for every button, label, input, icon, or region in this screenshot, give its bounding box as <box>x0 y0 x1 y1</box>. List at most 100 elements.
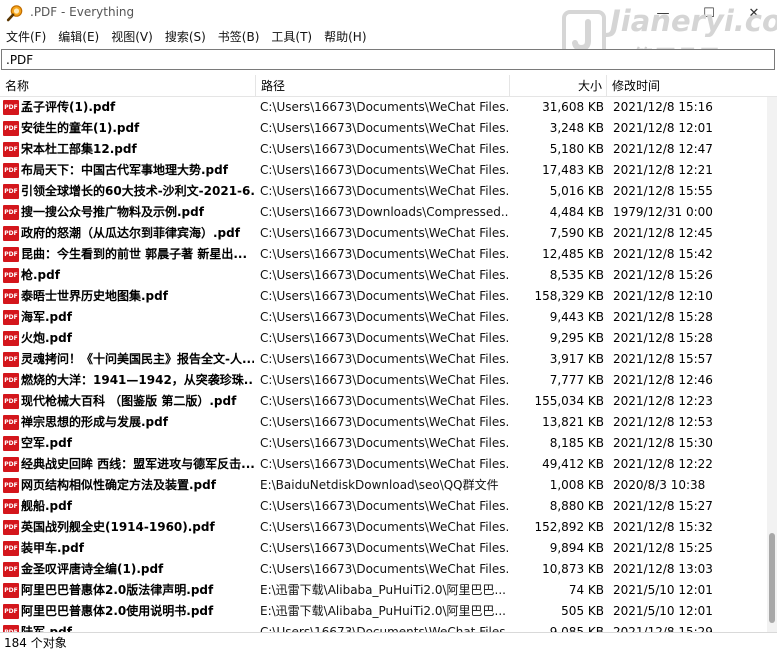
file-size: 49,412 KB <box>542 457 604 471</box>
file-name: 泰晤士世界历史地图集.pdf <box>21 289 168 303</box>
file-path: C:\Users\16673\Documents\WeChat Files... <box>260 373 508 387</box>
close-button[interactable]: ✕ <box>731 0 777 26</box>
file-path: C:\Users\16673\Documents\WeChat Files... <box>260 331 508 345</box>
pdf-file-icon: PDF <box>3 562 19 577</box>
file-path: C:\Users\16673\Documents\WeChat Files... <box>260 100 508 114</box>
file-modified-date: 2021/12/8 12:21 <box>613 163 713 177</box>
table-row[interactable]: PDF 灵魂拷问！《十问美国民主》报告全文-人... C:\Users\16673\… <box>0 349 767 370</box>
table-row[interactable]: PDF陆军.pdf C:\Users\16673\Documents\WeChat… <box>0 622 767 632</box>
menu-view[interactable]: 视图(V) <box>105 26 159 48</box>
file-name: 昆曲：今生看到的前世 郭晨子著 新星出... <box>21 247 248 261</box>
pdf-file-icon: PDF <box>3 121 19 136</box>
file-size: 5,180 KB <box>549 142 604 156</box>
status-bar: 184 个对象 <box>0 632 777 652</box>
file-size: 8,880 KB <box>549 499 604 513</box>
file-modified-date: 2021/12/8 15:57 <box>613 352 713 366</box>
pdf-file-icon: PDF <box>3 541 19 556</box>
table-row[interactable]: PDF 现代枪械大百科 （图鉴版 第二版）.pdf C:\Users\16673\D… <box>0 391 767 412</box>
file-path: C:\Users\16673\Documents\WeChat Files... <box>260 226 508 240</box>
search-input[interactable] <box>1 49 775 70</box>
column-header-path[interactable]: 路径 <box>256 75 510 97</box>
file-name: 宋本杜工部集12.pdf <box>21 142 137 156</box>
file-modified-date: 2021/12/8 15:30 <box>613 436 713 450</box>
menu-help[interactable]: 帮助(H) <box>318 26 372 48</box>
menu-bookmarks[interactable]: 书签(B) <box>212 26 266 48</box>
file-modified-date: 2021/12/8 13:03 <box>613 562 713 576</box>
table-row[interactable]: PDF 安徒生的童年(1).pdf C:\Users\16673\Documents… <box>0 118 767 139</box>
column-header-name[interactable]: 名称 <box>0 75 256 97</box>
table-row[interactable]: PDF 金圣叹评唐诗全编(1).pdf C:\Users\16673\Documen… <box>0 559 767 580</box>
pdf-file-icon: PDF <box>3 184 19 199</box>
vertical-scrollbar[interactable] <box>767 97 777 632</box>
file-size: 9,894 KB <box>549 541 604 555</box>
file-path: C:\Users\16673\Documents\WeChat Files... <box>260 457 508 471</box>
file-path: C:\Users\16673\Documents\WeChat Files... <box>260 163 508 177</box>
table-row[interactable]: PDF 布局天下：中国古代军事地理大势.pdf C:\Users\16673\Doc… <box>0 160 767 181</box>
file-modified-date: 2021/12/8 15:16 <box>613 100 713 114</box>
file-path: C:\Users\16673\Documents\WeChat Files... <box>260 436 508 450</box>
table-row[interactable]: PDF 昆曲：今生看到的前世 郭晨子著 新星出... C:\Users\16673\… <box>0 244 767 265</box>
minimize-button[interactable]: — <box>640 0 686 26</box>
file-path: C:\Users\16673\Documents\WeChat Files... <box>260 247 508 261</box>
table-row[interactable]: PDF 燃烧的大洋：1941—1942，从突袭珍珠... C:\Users\1667… <box>0 370 767 391</box>
file-size: 5,016 KB <box>549 184 604 198</box>
file-size: 3,917 KB <box>549 352 604 366</box>
pdf-file-icon: PDF <box>3 268 19 283</box>
menu-tools[interactable]: 工具(T) <box>265 26 318 48</box>
table-row[interactable]: PDF 网页结构相似性确定方法及装置.pdf E:\BaiduNetdiskDown… <box>0 475 767 496</box>
file-path: C:\Users\16673\Documents\WeChat Files... <box>260 310 508 324</box>
file-path: C:\Users\16673\Documents\WeChat Files... <box>260 268 508 282</box>
menu-bar: 文件(F) 编辑(E) 视图(V) 搜索(S) 书签(B) 工具(T) 帮助(H… <box>0 26 777 48</box>
maximize-button[interactable]: ☐ <box>686 0 732 26</box>
file-size: 10,873 KB <box>542 562 604 576</box>
file-modified-date: 2021/12/8 12:01 <box>613 121 713 135</box>
file-modified-date: 2021/5/10 12:01 <box>613 583 713 597</box>
table-row[interactable]: PDF 孟子评传(1).pdf C:\Users\16673\Documents\W… <box>0 97 767 118</box>
table-row[interactable]: PDF 政府的怒潮（从瓜达尔到菲律宾海）.pdf C:\Users\16673\Do… <box>0 223 767 244</box>
table-row[interactable]: PDF 宋本杜工部集12.pdf C:\Users\16673\Documents\… <box>0 139 767 160</box>
file-path: C:\Users\16673\Documents\WeChat Files... <box>260 499 508 513</box>
title-bar: .PDF - Everything — ☐ ✕ <box>0 0 777 26</box>
menu-search[interactable]: 搜索(S) <box>159 26 212 48</box>
pdf-file-icon: PDF <box>3 436 19 451</box>
table-row[interactable]: PDF 经典战史回眸 西线：盟军进攻与德军反击... C:\Users\16673\… <box>0 454 767 475</box>
file-name: 枪.pdf <box>21 268 60 282</box>
column-header-size[interactable]: 大小 <box>510 75 607 97</box>
table-row[interactable]: PDF 装甲车.pdf C:\Users\16673\Documents\WeCha… <box>0 538 767 559</box>
table-row[interactable]: PDF 海军.pdf C:\Users\16673\Documents\WeChat… <box>0 307 767 328</box>
table-row[interactable]: PDF 禅宗思想的形成与发展.pdf C:\Users\16673\Document… <box>0 412 767 433</box>
file-modified-date: 2020/8/3 10:38 <box>613 478 706 492</box>
file-size: 3,248 KB <box>549 121 604 135</box>
file-modified-date: 2021/12/8 12:53 <box>613 415 713 429</box>
menu-file[interactable]: 文件(F) <box>0 26 52 48</box>
table-row[interactable]: PDF 空军.pdf C:\Users\16673\Documents\WeChat… <box>0 433 767 454</box>
file-name: 禅宗思想的形成与发展.pdf <box>21 415 168 429</box>
file-path: E:\迅雷下载\Alibaba_PuHuiTi2.0\阿里巴巴... <box>260 604 506 618</box>
file-modified-date: 2021/12/8 15:32 <box>613 520 713 534</box>
file-modified-date: 2021/12/8 12:10 <box>613 289 713 303</box>
table-row[interactable]: PDF 搜一搜公众号推广物料及示例.pdf C:\Users\16673\Downl… <box>0 202 767 223</box>
table-row[interactable]: PDF 枪.pdf C:\Users\16673\Documents\WeChat … <box>0 265 767 286</box>
table-row[interactable]: PDF 火炮.pdf C:\Users\16673\Documents\WeChat… <box>0 328 767 349</box>
table-row[interactable]: PDF 阿里巴巴普惠体2.0使用说明书.pdf E:\迅雷下载\Alibaba_Pu… <box>0 601 767 622</box>
file-name: 灵魂拷问！《十问美国民主》报告全文-人... <box>21 352 254 366</box>
column-header-date[interactable]: 修改时间 <box>607 75 767 97</box>
file-name: 布局天下：中国古代军事地理大势.pdf <box>21 163 228 177</box>
results-rows: PDF 孟子评传(1).pdf C:\Users\16673\Documents\W… <box>0 97 767 632</box>
file-path: E:\迅雷下载\Alibaba_PuHuiTi2.0\阿里巴巴... <box>260 583 506 597</box>
table-row[interactable]: PDF 泰晤士世界历史地图集.pdf C:\Users\16673\Document… <box>0 286 767 307</box>
file-size: 155,034 KB <box>534 394 604 408</box>
table-row[interactable]: PDF 英国战列舰全史(1914-1960).pdf C:\Users\16673\… <box>0 517 767 538</box>
file-name: 搜一搜公众号推广物料及示例.pdf <box>21 205 204 219</box>
file-path: C:\Users\16673\Documents\WeChat Files... <box>260 352 508 366</box>
table-row[interactable]: PDF 舰船.pdf C:\Users\16673\Documents\WeChat… <box>0 496 767 517</box>
file-path: C:\Users\16673\Documents\WeChat Files... <box>260 625 508 632</box>
file-modified-date: 2021/12/8 15:25 <box>613 541 713 555</box>
menu-edit[interactable]: 编辑(E) <box>52 26 105 48</box>
file-path: C:\Users\16673\Documents\WeChat Files... <box>260 541 508 555</box>
table-row[interactable]: PDF 引领全球增长的60大技术-沙利文-2021-6... C:\Users\16… <box>0 181 767 202</box>
pdf-file-icon: PDF <box>3 604 19 619</box>
file-modified-date: 2021/12/8 15:55 <box>613 184 713 198</box>
scrollbar-thumb[interactable] <box>769 533 775 623</box>
table-row[interactable]: PDF 阿里巴巴普惠体2.0版法律声明.pdf E:\迅雷下载\Alibaba_Pu… <box>0 580 767 601</box>
